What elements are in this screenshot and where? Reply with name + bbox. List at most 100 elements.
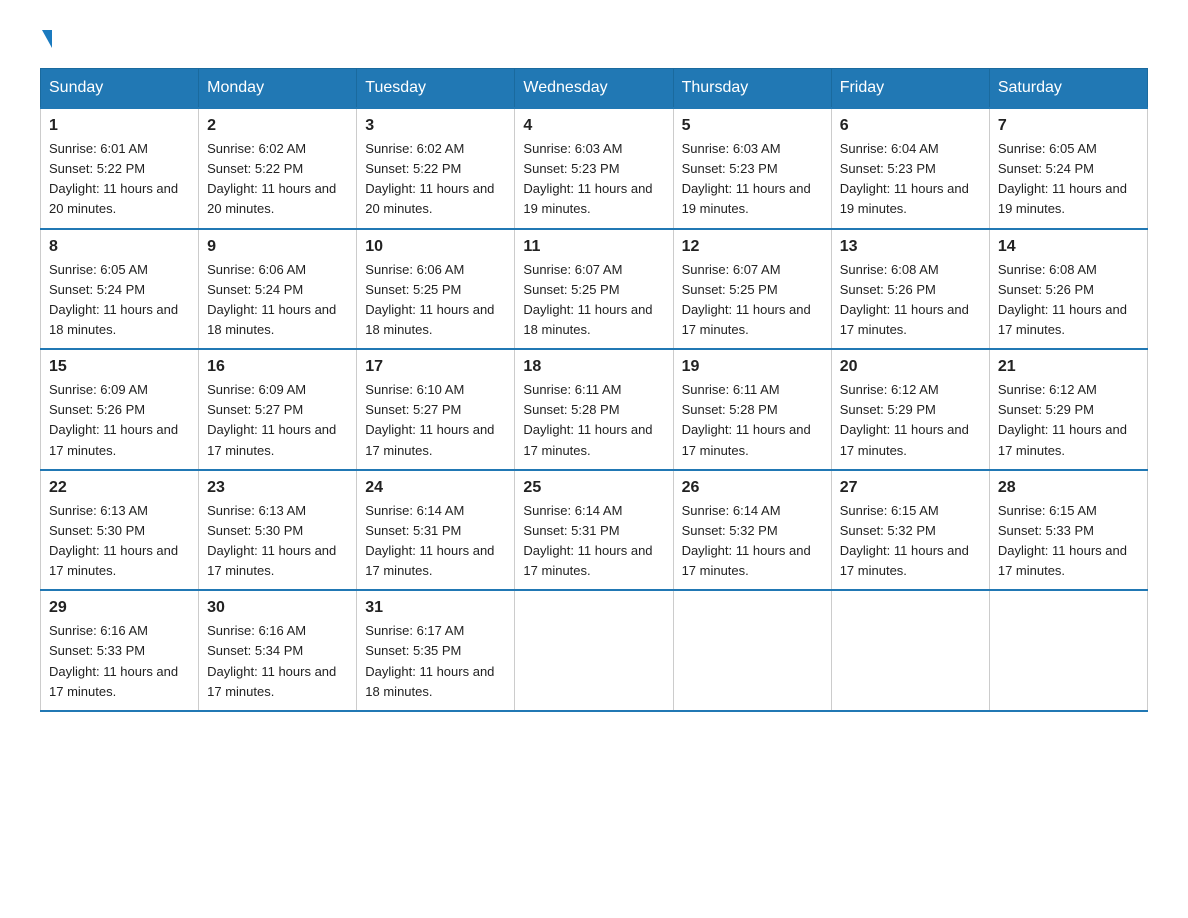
day-info: Sunrise: 6:04 AM Sunset: 5:23 PM Dayligh… (840, 139, 981, 220)
calendar-day-cell: 21 Sunrise: 6:12 AM Sunset: 5:29 PM Dayl… (989, 349, 1147, 470)
day-info: Sunrise: 6:05 AM Sunset: 5:24 PM Dayligh… (998, 139, 1139, 220)
calendar-day-cell: 14 Sunrise: 6:08 AM Sunset: 5:26 PM Dayl… (989, 229, 1147, 350)
calendar-week-row: 29 Sunrise: 6:16 AM Sunset: 5:33 PM Dayl… (41, 590, 1148, 711)
day-number: 21 (998, 358, 1139, 376)
day-number: 19 (682, 358, 823, 376)
day-number: 28 (998, 479, 1139, 497)
calendar-day-cell: 11 Sunrise: 6:07 AM Sunset: 5:25 PM Dayl… (515, 229, 673, 350)
calendar-day-cell: 22 Sunrise: 6:13 AM Sunset: 5:30 PM Dayl… (41, 470, 199, 591)
day-info: Sunrise: 6:11 AM Sunset: 5:28 PM Dayligh… (523, 380, 664, 461)
day-number: 18 (523, 358, 664, 376)
calendar-day-cell: 9 Sunrise: 6:06 AM Sunset: 5:24 PM Dayli… (199, 229, 357, 350)
day-info: Sunrise: 6:01 AM Sunset: 5:22 PM Dayligh… (49, 139, 190, 220)
day-info: Sunrise: 6:09 AM Sunset: 5:26 PM Dayligh… (49, 380, 190, 461)
day-number: 1 (49, 117, 190, 135)
calendar-day-cell: 4 Sunrise: 6:03 AM Sunset: 5:23 PM Dayli… (515, 108, 673, 229)
day-number: 20 (840, 358, 981, 376)
calendar-week-row: 8 Sunrise: 6:05 AM Sunset: 5:24 PM Dayli… (41, 229, 1148, 350)
calendar-day-cell (831, 590, 989, 711)
calendar-week-row: 22 Sunrise: 6:13 AM Sunset: 5:30 PM Dayl… (41, 470, 1148, 591)
day-of-week-header: Wednesday (515, 69, 673, 109)
day-number: 4 (523, 117, 664, 135)
day-info: Sunrise: 6:14 AM Sunset: 5:31 PM Dayligh… (365, 501, 506, 582)
day-info: Sunrise: 6:12 AM Sunset: 5:29 PM Dayligh… (998, 380, 1139, 461)
day-number: 29 (49, 599, 190, 617)
day-info: Sunrise: 6:15 AM Sunset: 5:33 PM Dayligh… (998, 501, 1139, 582)
day-info: Sunrise: 6:17 AM Sunset: 5:35 PM Dayligh… (365, 621, 506, 702)
day-number: 23 (207, 479, 348, 497)
calendar-day-cell: 26 Sunrise: 6:14 AM Sunset: 5:32 PM Dayl… (673, 470, 831, 591)
calendar-day-cell: 1 Sunrise: 6:01 AM Sunset: 5:22 PM Dayli… (41, 108, 199, 229)
day-of-week-header: Tuesday (357, 69, 515, 109)
calendar-day-cell: 23 Sunrise: 6:13 AM Sunset: 5:30 PM Dayl… (199, 470, 357, 591)
day-of-week-header: Thursday (673, 69, 831, 109)
logo (40, 30, 52, 48)
day-number: 10 (365, 238, 506, 256)
calendar-day-cell: 27 Sunrise: 6:15 AM Sunset: 5:32 PM Dayl… (831, 470, 989, 591)
day-info: Sunrise: 6:05 AM Sunset: 5:24 PM Dayligh… (49, 260, 190, 341)
day-info: Sunrise: 6:11 AM Sunset: 5:28 PM Dayligh… (682, 380, 823, 461)
page-header (40, 30, 1148, 48)
calendar-day-cell: 18 Sunrise: 6:11 AM Sunset: 5:28 PM Dayl… (515, 349, 673, 470)
calendar-day-cell (673, 590, 831, 711)
day-number: 14 (998, 238, 1139, 256)
calendar-day-cell: 12 Sunrise: 6:07 AM Sunset: 5:25 PM Dayl… (673, 229, 831, 350)
calendar-day-cell: 5 Sunrise: 6:03 AM Sunset: 5:23 PM Dayli… (673, 108, 831, 229)
calendar-day-cell: 2 Sunrise: 6:02 AM Sunset: 5:22 PM Dayli… (199, 108, 357, 229)
day-info: Sunrise: 6:03 AM Sunset: 5:23 PM Dayligh… (523, 139, 664, 220)
day-of-week-header: Monday (199, 69, 357, 109)
calendar-day-cell: 24 Sunrise: 6:14 AM Sunset: 5:31 PM Dayl… (357, 470, 515, 591)
calendar-week-row: 15 Sunrise: 6:09 AM Sunset: 5:26 PM Dayl… (41, 349, 1148, 470)
day-info: Sunrise: 6:02 AM Sunset: 5:22 PM Dayligh… (365, 139, 506, 220)
day-info: Sunrise: 6:07 AM Sunset: 5:25 PM Dayligh… (523, 260, 664, 341)
day-of-week-header: Sunday (41, 69, 199, 109)
calendar-day-cell: 6 Sunrise: 6:04 AM Sunset: 5:23 PM Dayli… (831, 108, 989, 229)
calendar-header-row: SundayMondayTuesdayWednesdayThursdayFrid… (41, 69, 1148, 109)
day-number: 31 (365, 599, 506, 617)
day-info: Sunrise: 6:16 AM Sunset: 5:34 PM Dayligh… (207, 621, 348, 702)
day-number: 13 (840, 238, 981, 256)
day-info: Sunrise: 6:13 AM Sunset: 5:30 PM Dayligh… (207, 501, 348, 582)
day-info: Sunrise: 6:03 AM Sunset: 5:23 PM Dayligh… (682, 139, 823, 220)
calendar-day-cell: 15 Sunrise: 6:09 AM Sunset: 5:26 PM Dayl… (41, 349, 199, 470)
day-number: 5 (682, 117, 823, 135)
day-number: 26 (682, 479, 823, 497)
calendar-day-cell: 30 Sunrise: 6:16 AM Sunset: 5:34 PM Dayl… (199, 590, 357, 711)
day-info: Sunrise: 6:08 AM Sunset: 5:26 PM Dayligh… (998, 260, 1139, 341)
day-number: 7 (998, 117, 1139, 135)
calendar-day-cell: 13 Sunrise: 6:08 AM Sunset: 5:26 PM Dayl… (831, 229, 989, 350)
calendar-day-cell: 7 Sunrise: 6:05 AM Sunset: 5:24 PM Dayli… (989, 108, 1147, 229)
day-number: 27 (840, 479, 981, 497)
day-info: Sunrise: 6:10 AM Sunset: 5:27 PM Dayligh… (365, 380, 506, 461)
day-of-week-header: Friday (831, 69, 989, 109)
day-number: 9 (207, 238, 348, 256)
calendar-day-cell: 28 Sunrise: 6:15 AM Sunset: 5:33 PM Dayl… (989, 470, 1147, 591)
day-number: 30 (207, 599, 348, 617)
calendar-day-cell (989, 590, 1147, 711)
calendar-day-cell: 29 Sunrise: 6:16 AM Sunset: 5:33 PM Dayl… (41, 590, 199, 711)
day-info: Sunrise: 6:15 AM Sunset: 5:32 PM Dayligh… (840, 501, 981, 582)
calendar-day-cell: 20 Sunrise: 6:12 AM Sunset: 5:29 PM Dayl… (831, 349, 989, 470)
day-number: 11 (523, 238, 664, 256)
day-number: 12 (682, 238, 823, 256)
calendar-day-cell: 19 Sunrise: 6:11 AM Sunset: 5:28 PM Dayl… (673, 349, 831, 470)
day-number: 6 (840, 117, 981, 135)
calendar-day-cell: 16 Sunrise: 6:09 AM Sunset: 5:27 PM Dayl… (199, 349, 357, 470)
calendar-day-cell: 10 Sunrise: 6:06 AM Sunset: 5:25 PM Dayl… (357, 229, 515, 350)
day-info: Sunrise: 6:12 AM Sunset: 5:29 PM Dayligh… (840, 380, 981, 461)
day-info: Sunrise: 6:08 AM Sunset: 5:26 PM Dayligh… (840, 260, 981, 341)
day-info: Sunrise: 6:14 AM Sunset: 5:31 PM Dayligh… (523, 501, 664, 582)
day-info: Sunrise: 6:06 AM Sunset: 5:24 PM Dayligh… (207, 260, 348, 341)
day-info: Sunrise: 6:16 AM Sunset: 5:33 PM Dayligh… (49, 621, 190, 702)
calendar-week-row: 1 Sunrise: 6:01 AM Sunset: 5:22 PM Dayli… (41, 108, 1148, 229)
day-info: Sunrise: 6:14 AM Sunset: 5:32 PM Dayligh… (682, 501, 823, 582)
day-number: 17 (365, 358, 506, 376)
calendar-day-cell: 17 Sunrise: 6:10 AM Sunset: 5:27 PM Dayl… (357, 349, 515, 470)
day-info: Sunrise: 6:06 AM Sunset: 5:25 PM Dayligh… (365, 260, 506, 341)
calendar-day-cell: 31 Sunrise: 6:17 AM Sunset: 5:35 PM Dayl… (357, 590, 515, 711)
logo-top-row (40, 30, 52, 48)
day-info: Sunrise: 6:09 AM Sunset: 5:27 PM Dayligh… (207, 380, 348, 461)
day-number: 2 (207, 117, 348, 135)
day-number: 3 (365, 117, 506, 135)
day-number: 15 (49, 358, 190, 376)
